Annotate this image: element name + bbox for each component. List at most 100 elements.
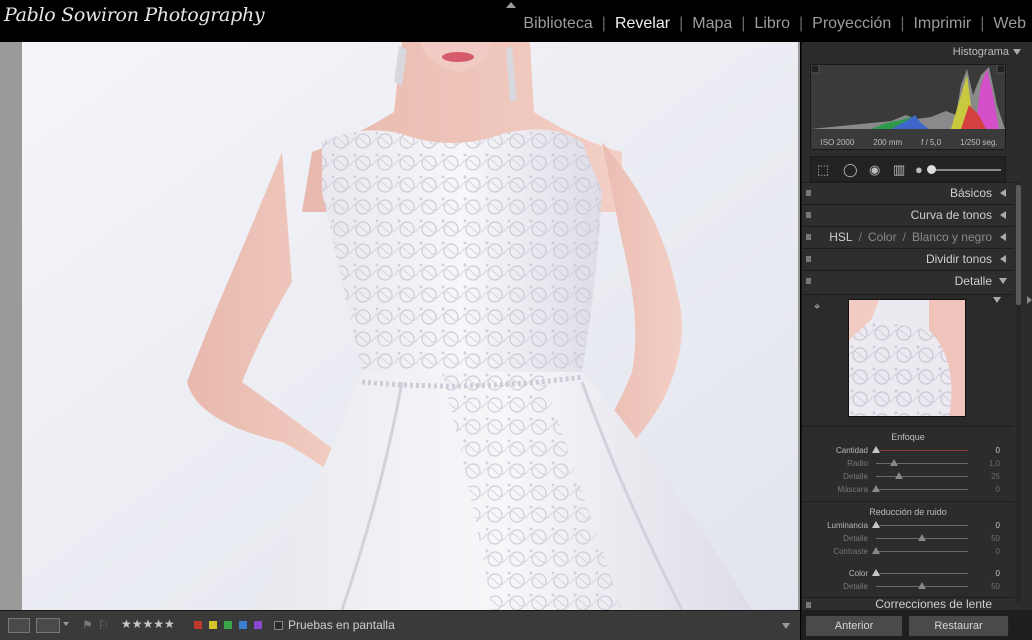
slider-knob[interactable]: [890, 459, 899, 466]
panel-hsl[interactable]: HSL / Color / Blanco y negro: [802, 226, 1014, 247]
panel-basicos[interactable]: Básicos: [802, 182, 1014, 203]
top-panel-toggle-icon[interactable]: [506, 2, 516, 8]
target-adjust-icon[interactable]: ⌖: [814, 302, 824, 313]
color-label-red[interactable]: [194, 621, 202, 629]
panel-scrollbar[interactable]: [1016, 182, 1021, 602]
slider-value[interactable]: 0: [996, 545, 1000, 558]
slider-track[interactable]: [876, 525, 968, 526]
slider-track[interactable]: [876, 450, 968, 451]
exif-shutter: 1/250 seg.: [960, 138, 998, 147]
color-label-yellow[interactable]: [209, 621, 217, 629]
module-biblioteca[interactable]: Biblioteca: [523, 15, 592, 33]
panel-curva-tonos[interactable]: Curva de tonos: [802, 204, 1014, 225]
slider-value[interactable]: 0: [996, 483, 1000, 496]
toolbar-options-chevron-icon[interactable]: [782, 623, 790, 629]
slider-detalle-luminancia[interactable]: Detalle 50: [802, 532, 1014, 545]
panel-dividir-label: Dividir tonos: [925, 252, 992, 266]
slider-knob[interactable]: [872, 521, 880, 528]
panel-switch-icon[interactable]: [806, 602, 811, 608]
slider-value[interactable]: 50: [991, 580, 1000, 593]
before-after-view-button[interactable]: [36, 618, 60, 633]
slider-label: Radio: [847, 459, 868, 468]
color-label-purple[interactable]: [254, 621, 262, 629]
slider-track[interactable]: [876, 476, 968, 477]
module-web[interactable]: Web: [993, 15, 1026, 33]
slider-track[interactable]: [876, 489, 968, 490]
preview-options-icon[interactable]: [993, 297, 1001, 303]
slider-mascara[interactable]: Máscara 0: [802, 483, 1014, 496]
panel-expand-icon[interactable]: [1000, 233, 1006, 241]
tab-hsl[interactable]: HSL: [829, 230, 852, 244]
flag-reject-icon[interactable]: ⚐: [98, 618, 109, 632]
panel-switch-icon[interactable]: [806, 256, 811, 262]
module-proyeccion[interactable]: Proyección: [812, 15, 891, 33]
color-label-blue[interactable]: [239, 621, 247, 629]
panel-basicos-label: Básicos: [949, 186, 992, 200]
crop-tool-icon[interactable]: ⬚: [817, 162, 829, 178]
histogram-collapse-icon[interactable]: [1013, 49, 1021, 55]
tab-blanco-negro[interactable]: Blanco y negro: [912, 230, 992, 244]
panel-collapse-icon[interactable]: [999, 278, 1007, 284]
slider-track[interactable]: [876, 573, 968, 574]
slider-contraste[interactable]: Contraste 0: [802, 545, 1014, 558]
graduated-filter-icon[interactable]: ▥: [893, 162, 905, 178]
detail-zoom-preview[interactable]: [848, 299, 966, 417]
module-imprimir[interactable]: Imprimir: [913, 15, 971, 33]
slider-value[interactable]: 0: [996, 444, 1000, 457]
histogram-curve: [811, 65, 1005, 129]
slider-knob[interactable]: [895, 472, 903, 479]
previous-button[interactable]: Anterior: [805, 615, 903, 637]
slider-knob[interactable]: [918, 582, 926, 589]
panel-expand-icon[interactable]: [1000, 255, 1006, 263]
slider-luminancia[interactable]: Luminancia 0: [802, 519, 1014, 532]
view-options-chevron-icon[interactable]: [63, 622, 69, 626]
exif-aperture: f / 5,0: [921, 138, 942, 147]
panel-expand-icon[interactable]: [1000, 211, 1006, 219]
slider-knob[interactable]: [872, 485, 880, 492]
spot-removal-icon[interactable]: ◯: [843, 162, 858, 178]
panel-switch-icon[interactable]: [806, 190, 811, 196]
tool-slider-knob[interactable]: [927, 165, 936, 174]
slider-knob[interactable]: [872, 547, 880, 554]
module-mapa[interactable]: Mapa: [692, 15, 732, 33]
color-label-green[interactable]: [224, 621, 232, 629]
slider-value[interactable]: 0: [996, 567, 1000, 580]
slider-value[interactable]: 50: [991, 532, 1000, 545]
flag-pick-icon[interactable]: ⚑: [82, 618, 93, 632]
slider-knob[interactable]: [872, 569, 880, 576]
red-eye-icon[interactable]: ◉: [869, 162, 880, 178]
panel-scrollbar-thumb[interactable]: [1016, 185, 1021, 305]
slider-detalle[interactable]: Detalle 25: [802, 470, 1014, 483]
slider-knob[interactable]: [872, 446, 880, 453]
loupe-view-button[interactable]: [8, 618, 30, 633]
slider-color[interactable]: Color 0: [802, 567, 1014, 580]
slider-track[interactable]: [876, 551, 968, 552]
histogram-header[interactable]: Histograma: [802, 42, 1032, 62]
slider-value[interactable]: 0: [996, 519, 1000, 532]
module-revelar[interactable]: Revelar: [615, 15, 670, 33]
panel-switch-icon[interactable]: [806, 234, 811, 240]
reset-button[interactable]: Restaurar: [908, 615, 1009, 637]
panel-expand-icon[interactable]: [1000, 189, 1006, 197]
slider-knob[interactable]: [918, 534, 926, 541]
slider-cantidad[interactable]: Cantidad 0: [802, 444, 1014, 457]
photo-preview[interactable]: [22, 42, 798, 610]
slider-value[interactable]: 1,0: [989, 457, 1000, 470]
panel-switch-icon[interactable]: [806, 212, 811, 218]
slider-detalle-color[interactable]: Detalle 50: [802, 580, 1014, 593]
image-canvas[interactable]: [0, 42, 800, 610]
tab-color[interactable]: Color: [868, 230, 897, 244]
slider-radio[interactable]: Radio 1,0: [802, 457, 1014, 470]
module-libro[interactable]: Libro: [754, 15, 790, 33]
star-rating[interactable]: ★★★★★: [121, 617, 175, 631]
panel-correcciones-lente[interactable]: Correcciones de lente: [802, 597, 1014, 610]
slider-value[interactable]: 25: [991, 470, 1000, 483]
tab-separator: /: [902, 230, 906, 244]
right-panel-toggle-icon[interactable]: [1027, 296, 1032, 304]
panel-detalle[interactable]: Detalle: [802, 270, 1014, 291]
adjustment-brush-icon[interactable]: ●: [915, 162, 923, 178]
tool-slider-track[interactable]: [929, 169, 1001, 171]
panel-switch-icon[interactable]: [806, 278, 811, 284]
panel-dividir-tonos[interactable]: Dividir tonos: [802, 248, 1014, 269]
softproof-checkbox[interactable]: [274, 621, 283, 630]
